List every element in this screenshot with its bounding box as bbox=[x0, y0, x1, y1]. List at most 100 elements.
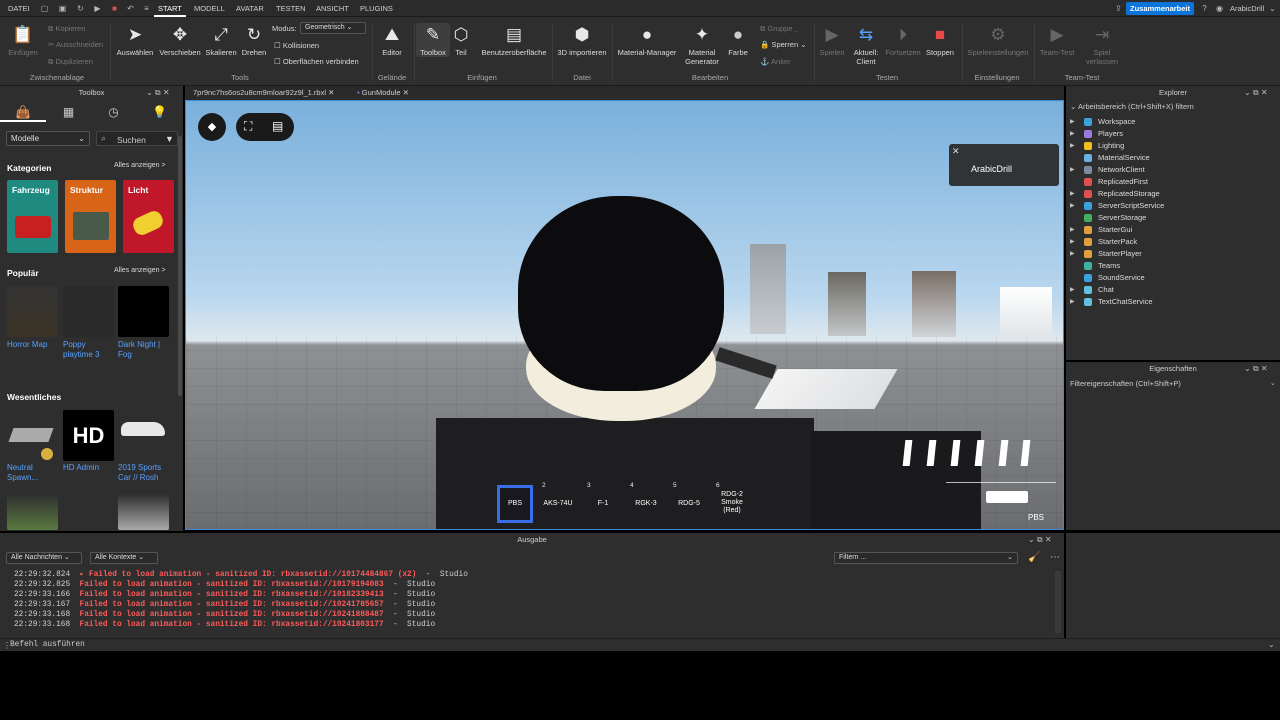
share-icon[interactable]: ⇪ bbox=[1114, 4, 1123, 13]
command-bar[interactable]: ⋮ Befehl ausführen ⌄ bbox=[0, 638, 1280, 651]
menu-avatar[interactable]: AVATAR bbox=[236, 4, 264, 13]
collaborate-button[interactable]: Zusammenarbeit bbox=[1126, 2, 1194, 15]
explorer-item-serverstorage[interactable]: ServerStorage bbox=[1066, 212, 1280, 224]
command-input[interactable]: Befehl ausführen bbox=[10, 641, 85, 649]
current-client-button[interactable]: ⇆ Aktuell: Client bbox=[848, 25, 884, 66]
duplicate-button[interactable]: ⧉ Duplizieren bbox=[48, 57, 93, 67]
menu-file[interactable]: DATEI bbox=[8, 4, 30, 13]
chat-icon[interactable]: ▤ bbox=[272, 119, 283, 133]
panel-menu-icon[interactable]: ⌄ ⧉ ✕ bbox=[1028, 535, 1052, 545]
hd-admin-thumbnail[interactable]: HD bbox=[63, 410, 114, 461]
material-manager-button[interactable]: ● Material-Manager bbox=[614, 25, 680, 57]
material-generator-button[interactable]: ✦ Material Generator bbox=[682, 25, 722, 66]
lock-button[interactable]: 🔒 Sperren ⌄ bbox=[760, 40, 807, 49]
leave-game-button[interactable]: ⇥ Spiel verlassen bbox=[1082, 25, 1122, 66]
tab-gunmodule[interactable]: ▪ GunModule ✕ bbox=[357, 86, 409, 100]
menu-start[interactable]: START bbox=[154, 4, 186, 17]
explorer-item-lighting[interactable]: ▶ Lighting bbox=[1066, 140, 1280, 152]
username[interactable]: ArabicDrill bbox=[1230, 4, 1264, 13]
explorer-item-materialservice[interactable]: MaterialService bbox=[1066, 152, 1280, 164]
panel-menu-icon[interactable]: ⌄ ⧉ ✕ bbox=[1244, 364, 1268, 374]
spawn-thumbnail[interactable] bbox=[7, 410, 58, 461]
inventory-tab-icon[interactable]: ▦ bbox=[46, 102, 91, 122]
explorer-item-replicatedfirst[interactable]: ReplicatedFirst bbox=[1066, 176, 1280, 188]
team-test-button[interactable]: ▶ Team-Test bbox=[1036, 25, 1078, 57]
explorer-item-teams[interactable]: Teams bbox=[1066, 260, 1280, 272]
explorer-item-networkclient[interactable]: ▶ NetworkClient bbox=[1066, 164, 1280, 176]
asset-thumbnail[interactable] bbox=[7, 494, 58, 530]
new-file-icon[interactable]: ▢ bbox=[40, 4, 49, 13]
marketplace-tab-icon[interactable]: 👜 bbox=[0, 102, 46, 122]
poppy-thumbnail[interactable] bbox=[63, 286, 114, 337]
help-icon[interactable]: ? bbox=[1200, 4, 1209, 13]
play-small-icon[interactable]: ▶ bbox=[93, 4, 102, 13]
hotbar-slot-2[interactable]: 2 AKS-74U bbox=[540, 482, 576, 523]
hotbar-slot-4[interactable]: 4 RGK-3 bbox=[628, 482, 664, 523]
see-all-popular-link[interactable]: Alles anzeigen > bbox=[114, 267, 166, 274]
expand-arrow-icon[interactable]: ▶ bbox=[1070, 296, 1075, 308]
output-scrollbar[interactable] bbox=[1055, 571, 1061, 633]
context-filter-dropdown[interactable]: Alle Kontexte ⌄ bbox=[90, 552, 158, 564]
import-3d-button[interactable]: ⬢ 3D importieren bbox=[554, 25, 610, 57]
explorer-item-chat[interactable]: ▶ Chat bbox=[1066, 284, 1280, 296]
hotbar-slot-1[interactable]: PBS bbox=[497, 485, 533, 523]
color-button[interactable]: ● Farbe bbox=[724, 25, 752, 57]
save-icon[interactable]: ▣ bbox=[58, 4, 67, 13]
selfview-icon[interactable]: ⛶ bbox=[244, 119, 252, 134]
expand-arrow-icon[interactable]: ▶ bbox=[1070, 188, 1075, 200]
panel-menu-icon[interactable]: ⌄ ⧉ ✕ bbox=[1244, 88, 1268, 98]
game-settings-button[interactable]: ⚙ Spieleinstellungen bbox=[964, 25, 1032, 57]
chevron-down-icon[interactable]: ⌄ bbox=[1270, 379, 1276, 387]
explorer-item-workspace[interactable]: ▶ Workspace bbox=[1066, 116, 1280, 128]
asset-title[interactable]: HD Admin bbox=[63, 463, 99, 473]
asset-title[interactable]: Poppy playtime 3 bbox=[63, 340, 99, 360]
expand-arrow-icon[interactable]: ▶ bbox=[1070, 224, 1075, 236]
close-icon[interactable]: ✕ bbox=[403, 88, 409, 97]
category-dropdown[interactable]: Modelle ⌄ bbox=[6, 131, 90, 146]
roblox-menu-icon[interactable]: ◆ bbox=[198, 113, 226, 141]
undo-history-icon[interactable]: ↻ bbox=[76, 4, 85, 13]
expand-arrow-icon[interactable]: ▶ bbox=[1070, 200, 1075, 212]
message-filter-dropdown[interactable]: Alle Nachrichten ⌄ bbox=[6, 552, 82, 564]
horror-map-thumbnail[interactable] bbox=[7, 286, 58, 337]
stop-small-icon[interactable]: ■ bbox=[110, 4, 119, 13]
recent-tab-icon[interactable]: ◷ bbox=[91, 102, 136, 122]
menu-plugins[interactable]: PLUGINS bbox=[360, 4, 393, 13]
chevron-down-icon[interactable]: ⌄ bbox=[1268, 4, 1277, 13]
toolbox-button[interactable]: ✎ Toolbox bbox=[416, 23, 450, 57]
move-tool-button[interactable]: ✥ Verschieben bbox=[158, 25, 202, 57]
explorer-item-replicatedstorage[interactable]: ▶ ReplicatedStorage bbox=[1066, 188, 1280, 200]
asset-title[interactable]: 2019 Sports Car // Rosh bbox=[118, 463, 161, 483]
menu-test[interactable]: TESTEN bbox=[276, 4, 306, 13]
expand-arrow-icon[interactable]: ▶ bbox=[1070, 248, 1075, 260]
join-surfaces-toggle[interactable]: ☐ Oberflächen verbinden bbox=[274, 57, 359, 66]
clear-output-icon[interactable]: 🧹 bbox=[1028, 552, 1040, 563]
hotbar-slot-3[interactable]: 3 F-1 bbox=[585, 482, 621, 523]
tab-place-file[interactable]: 7pr9nc7hs6os2u8cm9mloar92z9l_1.rbxl ✕ bbox=[193, 86, 334, 100]
continue-button[interactable]: ⏵ Fortsetzen bbox=[884, 25, 922, 57]
hotbar-slot-5[interactable]: 5 RDG-5 bbox=[671, 482, 707, 523]
group-button[interactable]: ⧉ Gruppe ⌄ bbox=[760, 24, 798, 34]
scale-tool-button[interactable]: ⤢ Skalieren bbox=[203, 25, 239, 57]
terrain-editor-button[interactable]: ⛰ Editor bbox=[376, 25, 408, 57]
creations-tab-icon[interactable]: 💡 bbox=[136, 102, 183, 122]
mode-dropdown[interactable]: Geometrisch ⌄ bbox=[300, 22, 366, 34]
part-button[interactable]: ⬡ Teil bbox=[450, 25, 472, 57]
anchor-button[interactable]: ⚓ Anker bbox=[760, 57, 791, 66]
category-vehicle[interactable]: Fahrzeug bbox=[7, 180, 58, 253]
category-structure[interactable]: Struktur bbox=[65, 180, 116, 253]
sports-car-thumbnail[interactable] bbox=[118, 410, 169, 461]
explorer-item-soundservice[interactable]: SoundService bbox=[1066, 272, 1280, 284]
output-filter-input[interactable]: Filtern ... ⌄ bbox=[834, 552, 1018, 564]
more-icon[interactable]: ≡ bbox=[142, 4, 151, 13]
select-tool-button[interactable]: ➤ Auswählen bbox=[116, 25, 154, 57]
hotbar-slot-6[interactable]: 6 RDG-2 Smoke (Red) bbox=[714, 482, 750, 523]
category-light[interactable]: Licht bbox=[123, 180, 174, 253]
stop-button[interactable]: ■ Stoppen bbox=[922, 25, 958, 57]
collisions-toggle[interactable]: ☐ Kollisionen bbox=[274, 41, 319, 50]
explorer-item-players[interactable]: ▶ Players bbox=[1066, 128, 1280, 140]
dark-night-thumbnail[interactable] bbox=[118, 286, 169, 337]
asset-title[interactable]: Dark Night | Fog bbox=[118, 340, 160, 360]
expand-arrow-icon[interactable]: ▶ bbox=[1070, 164, 1075, 176]
paste-button[interactable]: 📋 Einfügen bbox=[6, 25, 40, 57]
